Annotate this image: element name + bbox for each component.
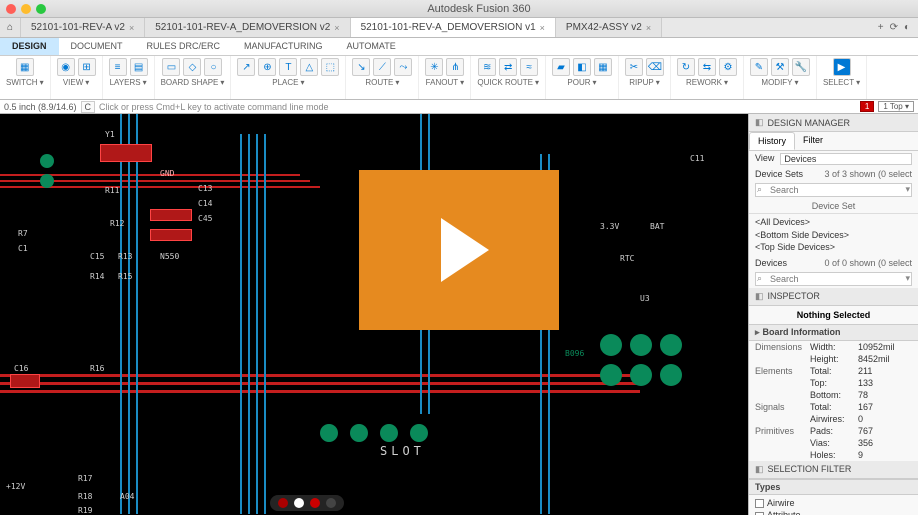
layer-toggle-red-icon[interactable] <box>278 498 288 508</box>
close-tab-icon[interactable]: × <box>334 23 339 33</box>
tab-actions: + ⟳ ◐ <box>878 18 918 37</box>
file-tab-1[interactable]: 52101-101-REV-A_DEMOVERSION v2 × <box>145 18 350 37</box>
list-item[interactable]: Attribute <box>755 509 912 515</box>
selection-filter-header: ◧SELECTION FILTER <box>749 461 918 479</box>
devices-search-input[interactable] <box>755 272 912 286</box>
home-tab[interactable]: ⌂ <box>0 18 21 37</box>
checkbox[interactable] <box>755 512 764 515</box>
video-play-overlay[interactable] <box>359 170 559 330</box>
window-titlebar: Autodesk Fusion 360 <box>0 0 918 18</box>
ctx-tab-automate[interactable]: AUTOMATE <box>335 38 408 55</box>
design-manager-panel: ◧DESIGN MANAGER History Filter View Devi… <box>748 114 918 515</box>
coordinate-readout: 0.5 inch (8.9/14.6) <box>4 102 77 112</box>
view-selector-row: View Devices <box>749 151 918 167</box>
help-icon[interactable]: ◐ <box>904 22 910 33</box>
layer-toggle-gray-icon[interactable] <box>326 498 336 508</box>
ribbon-route[interactable]: ↘⟋⤳ROUTE▾ <box>346 56 419 99</box>
ribbon-select[interactable]: ▶SELECT▾ <box>817 56 867 99</box>
layer-toggle-white-icon[interactable] <box>294 498 304 508</box>
ribbon-toolbar: ▦SWITCH▾ ◉⊞VIEW▾ ≡▤LAYERS▾ ▭◇○BOARD SHAP… <box>0 56 918 100</box>
file-tab-2[interactable]: 52101-101-REV-A_DEMOVERSION v1 × <box>351 18 556 37</box>
types-list: Airwire Attribute Circle Device Dimensio… <box>749 495 918 515</box>
ctx-tab-rules[interactable]: RULES DRC/ERC <box>135 38 233 55</box>
view-dropdown[interactable]: Devices <box>780 153 912 165</box>
traffic-lights <box>6 4 46 14</box>
ctx-tab-design[interactable]: DESIGN <box>0 38 59 55</box>
chevron-down-icon[interactable]: ▾ <box>905 184 910 195</box>
close-tab-icon[interactable]: × <box>540 23 545 33</box>
window-title: Autodesk Fusion 360 <box>46 3 912 15</box>
search-icon: ⌕ <box>757 273 762 284</box>
ribbon-fanout[interactable]: ✳⋔FANOUT▾ <box>419 56 471 99</box>
close-tab-icon[interactable]: × <box>646 23 651 33</box>
list-item[interactable]: <All Devices> <box>755 216 912 229</box>
device-sets-search-input[interactable] <box>755 183 912 197</box>
document-tabs: ⌂ 52101-101-REV-A v2 × 52101-101-REV-A_DE… <box>0 18 918 38</box>
ribbon-ripup[interactable]: ✂⌫RIPUP▾ <box>619 56 671 99</box>
inspector-header: ◧INSPECTOR <box>749 288 918 306</box>
file-tab-label: 52101-101-REV-A_DEMOVERSION v1 <box>361 22 536 33</box>
layer-toggle-red2-icon[interactable] <box>310 498 320 508</box>
ctx-tab-document[interactable]: DOCUMENT <box>59 38 135 55</box>
ribbon-view[interactable]: ◉⊞VIEW▾ <box>51 56 103 99</box>
command-input[interactable]: C <box>81 101 96 113</box>
command-status-bar: 0.5 inch (8.9/14.6) C Click or press Cmd… <box>0 100 918 114</box>
ribbon-board-shape[interactable]: ▭◇○BOARD SHAPE▾ <box>155 56 232 99</box>
device-set-column-header: Device Set <box>749 199 918 214</box>
close-tab-icon[interactable]: × <box>129 23 134 33</box>
ribbon-rework[interactable]: ↻⇆⚙REWORK▾ <box>671 56 744 99</box>
ctx-tab-manufacturing[interactable]: MANUFACTURING <box>232 38 335 55</box>
play-icon <box>441 218 489 282</box>
close-window-icon[interactable] <box>6 4 16 14</box>
file-tab-3[interactable]: PMX42-ASSY v2 × <box>556 18 662 37</box>
chevron-down-icon[interactable]: ▾ <box>905 273 910 284</box>
layer-number-badge[interactable]: 1 <box>860 101 874 112</box>
panel-collapse-icon[interactable]: ◧ <box>755 117 764 128</box>
device-set-list: <All Devices> <Bottom Side Devices> <Top… <box>749 214 918 256</box>
panel-collapse-icon[interactable]: ◧ <box>755 464 764 475</box>
file-tab-label: PMX42-ASSY v2 <box>566 22 642 33</box>
list-item[interactable]: <Top Side Devices> <box>755 241 912 254</box>
panel-tab-filter[interactable]: Filter <box>795 132 831 150</box>
checkbox[interactable] <box>755 499 764 508</box>
command-hint: Click or press Cmd+L key to activate com… <box>99 102 329 112</box>
file-tab-label: 52101-101-REV-A v2 <box>31 22 125 33</box>
panel-tab-history[interactable]: History <box>749 132 795 150</box>
context-tabs: DESIGN DOCUMENT RULES DRC/ERC MANUFACTUR… <box>0 38 918 56</box>
inspector-nothing-selected: Nothing Selected <box>749 306 918 324</box>
ribbon-quick-route[interactable]: ≋⇄≈QUICK ROUTE▾ <box>471 56 546 99</box>
panel-header: ◧DESIGN MANAGER <box>749 114 918 132</box>
panel-tabs: History Filter <box>749 132 918 151</box>
ribbon-pour[interactable]: ▰◧▦POUR▾ <box>546 56 619 99</box>
minimize-window-icon[interactable] <box>21 4 31 14</box>
search-icon: ⌕ <box>757 184 762 195</box>
board-info-section[interactable]: Board Information <box>749 324 918 341</box>
ribbon-switch[interactable]: ▦SWITCH▾ <box>0 56 51 99</box>
maximize-window-icon[interactable] <box>36 4 46 14</box>
view-toolbar <box>270 495 344 511</box>
list-item[interactable]: Airwire <box>755 497 912 510</box>
layer-name-dropdown[interactable]: 1 Top ▾ <box>878 101 914 112</box>
types-section: Types <box>749 479 918 495</box>
sync-icon[interactable]: ⟳ <box>890 22 898 33</box>
devices-header: Devices 0 of 0 shown (0 select <box>749 256 918 270</box>
panel-collapse-icon[interactable]: ◧ <box>755 291 764 302</box>
ribbon-place[interactable]: ↗⊕T△⬚PLACE▾ <box>231 56 346 99</box>
list-item[interactable]: <Bottom Side Devices> <box>755 229 912 242</box>
file-tab-label: 52101-101-REV-A_DEMOVERSION v2 <box>155 22 330 33</box>
file-tab-0[interactable]: 52101-101-REV-A v2 × <box>21 18 145 37</box>
new-tab-icon[interactable]: + <box>878 22 884 33</box>
ribbon-layers[interactable]: ≡▤LAYERS▾ <box>103 56 155 99</box>
ribbon-modify[interactable]: ✎⚒🔧MODIFY▾ <box>744 56 817 99</box>
device-sets-header: Device Sets 3 of 3 shown (0 select <box>749 167 918 181</box>
